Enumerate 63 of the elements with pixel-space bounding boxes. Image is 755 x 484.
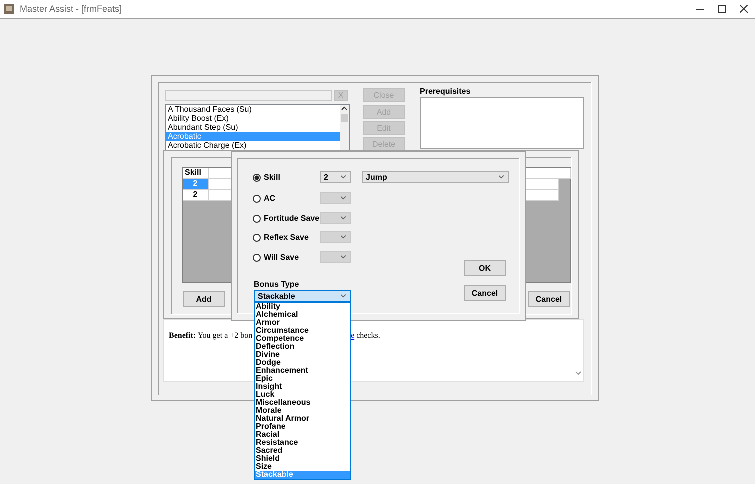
dropdown-option[interactable]: Size (255, 463, 350, 471)
chevron-down-icon (340, 255, 347, 259)
app-icon (4, 4, 14, 14)
dropdown-option[interactable]: Ability (255, 303, 350, 311)
ok-button[interactable]: OK (464, 260, 506, 276)
radio-button[interactable]: Fortitude Save (253, 214, 320, 223)
dropdown-option[interactable]: Dodge (255, 359, 350, 367)
dropdown-option[interactable]: Armor (255, 319, 350, 327)
close-icon[interactable] (740, 5, 748, 13)
prerequisites-label: Prerequisites (420, 87, 471, 96)
dropdown-option[interactable]: Circumstance (255, 327, 350, 335)
dropdown-option[interactable]: Sacred (255, 447, 350, 455)
dropdown-option[interactable]: Shield (255, 455, 350, 463)
dropdown-option[interactable]: Morale (255, 407, 350, 415)
value-dropdown[interactable] (320, 231, 351, 243)
dropdown-option[interactable]: Profane (255, 423, 350, 431)
column-header: Skill (183, 168, 209, 179)
radio-button[interactable]: Reflex Save (253, 233, 309, 242)
value-dropdown[interactable] (320, 212, 351, 224)
scroll-up-icon[interactable] (341, 106, 348, 111)
dropdown-option[interactable]: Luck (255, 391, 350, 399)
cancel-button[interactable]: Cancel (464, 285, 506, 301)
dropdown-option[interactable]: Divine (255, 351, 350, 359)
bonus-type-dropdown[interactable]: Stackable (254, 290, 351, 302)
feat-list-item[interactable]: Ability Boost (Ex) (166, 114, 342, 123)
chevron-down-icon (340, 235, 347, 239)
window-title: Master Assist - [frmFeats] (20, 4, 122, 14)
bonus-type-label: Bonus Type (254, 280, 300, 289)
radio-button[interactable]: AC (253, 194, 276, 203)
radio-button[interactable]: Skill (253, 173, 280, 182)
scrollbar-thumb[interactable] (341, 114, 348, 122)
cancel-button[interactable]: Cancel (528, 291, 570, 307)
dropdown-option[interactable]: Resistance (255, 439, 350, 447)
feat-list-item[interactable]: Acrobatic Charge (Ex) (166, 141, 342, 150)
dropdown-option[interactable]: Alchemical (255, 311, 350, 319)
benefit-text: checks. (356, 331, 380, 340)
dropdown-option[interactable]: Epic (255, 375, 350, 383)
maximize-icon[interactable] (718, 5, 726, 13)
search-field[interactable] (165, 90, 332, 101)
value-dropdown[interactable]: 2 (320, 171, 351, 183)
value-dropdown[interactable] (320, 251, 351, 263)
value-dropdown[interactable] (320, 192, 351, 204)
chevron-down-icon (340, 175, 347, 179)
dropdown-option[interactable]: Enhancement (255, 367, 350, 375)
dropdown-option[interactable]: Deflection (255, 343, 350, 351)
dropdown-option[interactable]: Racial (255, 431, 350, 439)
dropdown-option[interactable]: Natural Armor (255, 415, 350, 423)
radio-button[interactable]: Will Save (253, 253, 300, 262)
skill-dropdown[interactable]: Jump (362, 171, 509, 183)
chevron-down-icon (498, 175, 505, 179)
dropdown-option[interactable]: Competence (255, 335, 350, 343)
chevron-down-icon (340, 294, 347, 298)
feat-list-item[interactable]: Abundant Step (Su) (166, 123, 342, 132)
table-cell[interactable]: 2 (183, 190, 209, 201)
dropdown-option[interactable]: Miscellaneous (255, 399, 350, 407)
add-button[interactable]: Add (183, 291, 225, 307)
skill-link[interactable]: e (351, 331, 355, 340)
dropdown-option[interactable]: Insight (255, 383, 350, 391)
chevron-down-icon (340, 216, 347, 220)
chevron-down-icon[interactable] (575, 371, 582, 376)
chevron-down-icon (340, 196, 347, 200)
feat-list-item[interactable]: A Thousand Faces (Su) (166, 105, 342, 114)
benefit-text: Benefit: You get a +2 bon (169, 331, 253, 340)
